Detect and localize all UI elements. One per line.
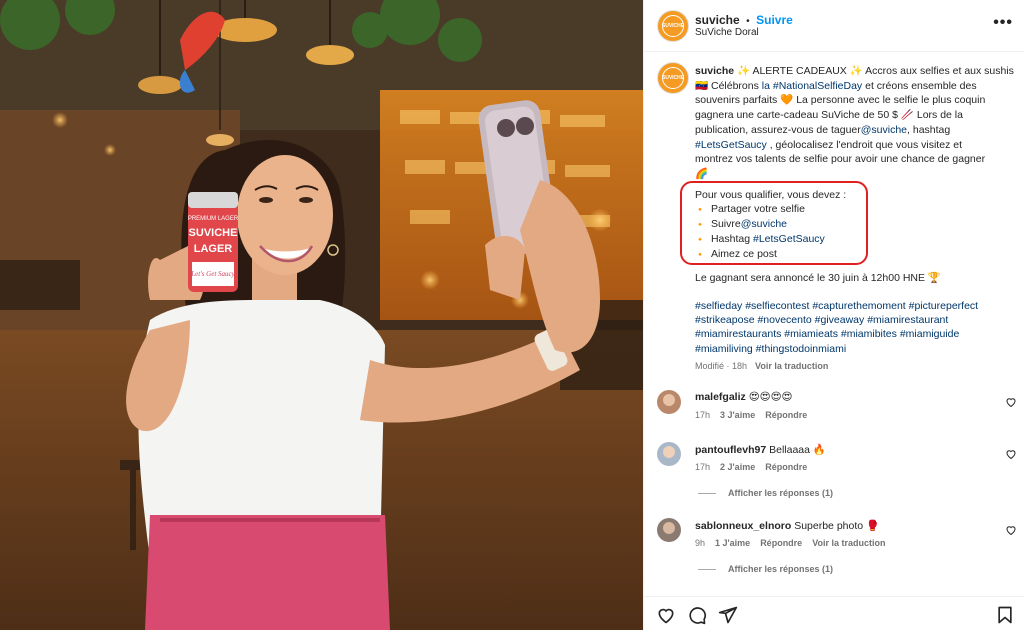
header-separator: • (746, 16, 750, 27)
caption-line-1: ✨ ALERTE CADEAUX ✨ Accros aux selfies et… (737, 65, 1014, 77)
view-replies-label: Afficher les réponses (1) (728, 488, 834, 498)
qualify-suviche-link[interactable]: @suviche (741, 218, 787, 230)
caption-line-8: 🌈 (695, 167, 709, 180)
caption-line-7: montrez vos talents de selfie pour avoir… (695, 153, 986, 166)
hashtag-block: #selfieday #selfiecontest #capturethemom… (695, 299, 1015, 356)
diamond-bullet-icon: 🔸 (695, 220, 705, 229)
comment-text: Bellaaaa 🔥 (769, 444, 826, 456)
post-caption: suviche ✨ ALERTE CADEAUX ✨ Accros aux se… (695, 64, 1015, 182)
replies-line (698, 569, 716, 571)
can-brand-text: SUVICHE (189, 227, 238, 239)
caption-username[interactable]: suviche (695, 65, 734, 77)
qualify-item: 🔸 Aimez ce post (695, 247, 846, 262)
comment-translate-button[interactable]: Voir la traduction (812, 538, 885, 548)
heart-icon[interactable] (656, 605, 676, 625)
comment-likes[interactable]: 2 J'aime (720, 462, 755, 472)
qualify-item: 🔸 Suivre@suviche (695, 217, 846, 232)
hashtag-line[interactable]: #miamirestaurants #miamieats #miamibites… (695, 327, 1015, 341)
caption-line-2b: et créons ensemble des (862, 79, 977, 92)
selfie-photo-illustration: PREMIUM LAGER SUVICHE LAGER Let's Get Sa… (0, 0, 643, 630)
replies-line (698, 493, 716, 495)
qualify-item-text: Aimez ce post (710, 248, 777, 260)
beer-can: PREMIUM LAGER SUVICHE LAGER Let's Get Sa… (188, 192, 239, 292)
diamond-bullet-icon: 🔸 (695, 205, 705, 214)
diamond-bullet-icon: 🔸 (695, 250, 705, 259)
comment-heart-icon[interactable] (1005, 448, 1017, 460)
hashtag-line[interactable]: #selfieday #selfiecontest #capturethemom… (695, 299, 1015, 313)
qualify-item: 🔸 Hashtag #LetsGetSaucy (695, 232, 846, 247)
comment-time: 9h (695, 538, 706, 548)
caption-avatar[interactable]: SUVICHE (657, 62, 689, 94)
comment-heart-icon[interactable] (1005, 524, 1017, 536)
post-meta: Modifié · 18h Voir la traduction (695, 361, 828, 371)
hashtag-line[interactable]: #miamiliving #thingstodoinmiami (695, 342, 1015, 356)
reply-button[interactable]: Répondre (760, 538, 802, 548)
caption-line-6b: , géolocalisez l'endroit que vous visite… (766, 138, 962, 151)
qualify-item-text: Partager votre selfie (710, 203, 805, 215)
share-icon[interactable] (718, 605, 738, 625)
post-side-panel: SUVICHE suviche • Suivre SuViche Doral •… (643, 0, 1024, 630)
letsgetsaucy-link[interactable]: #LetsGetSaucy (695, 139, 767, 151)
caption-line-4: gagnera une carte-cadeau SuViche de 50 $… (695, 109, 963, 122)
commenter-username[interactable]: pantouflevh97 (695, 444, 766, 456)
commenter-username[interactable]: sablonneux_elnoro (695, 520, 791, 532)
commenter-username[interactable]: malefgaliz (695, 391, 746, 403)
see-translation-button[interactable]: Voir la traduction (755, 361, 828, 371)
national-selfie-day-link[interactable]: la #NationalSelfieDay (762, 80, 862, 92)
view-replies-button[interactable]: Afficher les réponses (1) (698, 564, 833, 574)
diamond-bullet-icon: 🔸 (695, 235, 705, 244)
commenter-avatar[interactable] (657, 390, 681, 414)
comment-time: 17h (695, 410, 711, 420)
post-photo[interactable]: PREMIUM LAGER SUVICHE LAGER Let's Get Sa… (0, 0, 643, 630)
qualify-item-text: Hashtag (710, 233, 753, 245)
commenter-avatar[interactable] (657, 518, 681, 542)
comment-likes[interactable]: 3 J'aime (720, 410, 755, 420)
caption-avatar-logo-text: SUVICHE (661, 75, 685, 81)
bookmark-icon[interactable] (995, 605, 1015, 625)
comment-heart-icon[interactable] (1005, 396, 1017, 408)
caption-line-5a: publication, assurez-vous de taguer (695, 123, 861, 136)
view-replies-button[interactable]: Afficher les réponses (1) (698, 488, 833, 498)
comment-icon[interactable] (687, 605, 707, 625)
author-avatar[interactable]: SUVICHE (657, 10, 689, 42)
caption-line-3: souvenirs parfaits 🧡 La personne avec le… (695, 94, 986, 107)
qualify-hashtag-link[interactable]: #LetsGetSaucy (753, 233, 825, 245)
reply-button[interactable]: Répondre (765, 462, 807, 472)
winner-announcement: Le gagnant sera annoncé le 30 juin à 12h… (695, 272, 941, 284)
can-sub-text: LAGER (194, 243, 233, 255)
view-replies-label: Afficher les réponses (1) (728, 564, 834, 574)
suviche-mention-link[interactable]: @suviche (861, 124, 907, 136)
qualify-list: Pour vous qualifier, vous devez : 🔸 Parta… (695, 188, 846, 262)
qualify-item: 🔸 Partager votre selfie (695, 202, 846, 217)
post-header: SUVICHE suviche • Suivre SuViche Doral •… (644, 0, 1024, 52)
comment-text: Superbe photo 🥊 (794, 520, 880, 532)
caption-line-5b: , hashtag (907, 123, 951, 136)
avatar-logo-text: SUVICHE (661, 23, 685, 29)
hashtag-line[interactable]: #strikeapose #novecento #giveaway #miami… (695, 313, 1015, 327)
can-script-text: Let's Get Saucy (190, 270, 235, 278)
post-modified-time: Modifié · 18h (695, 361, 748, 371)
can-tag-text: PREMIUM LAGER (188, 216, 239, 222)
author-username[interactable]: suviche (695, 13, 740, 27)
caption-line-2a: 🇻🇪 Célébrons (695, 79, 762, 92)
action-bar (644, 596, 1024, 630)
post-location[interactable]: SuViche Doral (695, 27, 759, 38)
more-dots-icon[interactable]: ••• (993, 14, 1013, 32)
reply-button[interactable]: Répondre (765, 410, 807, 420)
qualify-item-text: Suivre (710, 218, 741, 230)
comment-time: 17h (695, 462, 711, 472)
comment-text: 😍😍😍😍 (748, 391, 793, 403)
comment-likes[interactable]: 1 J'aime (715, 538, 750, 548)
qualify-intro: Pour vous qualifier, vous devez : (695, 189, 847, 201)
follow-button[interactable]: Suivre (756, 13, 793, 27)
commenter-avatar[interactable] (657, 442, 681, 466)
